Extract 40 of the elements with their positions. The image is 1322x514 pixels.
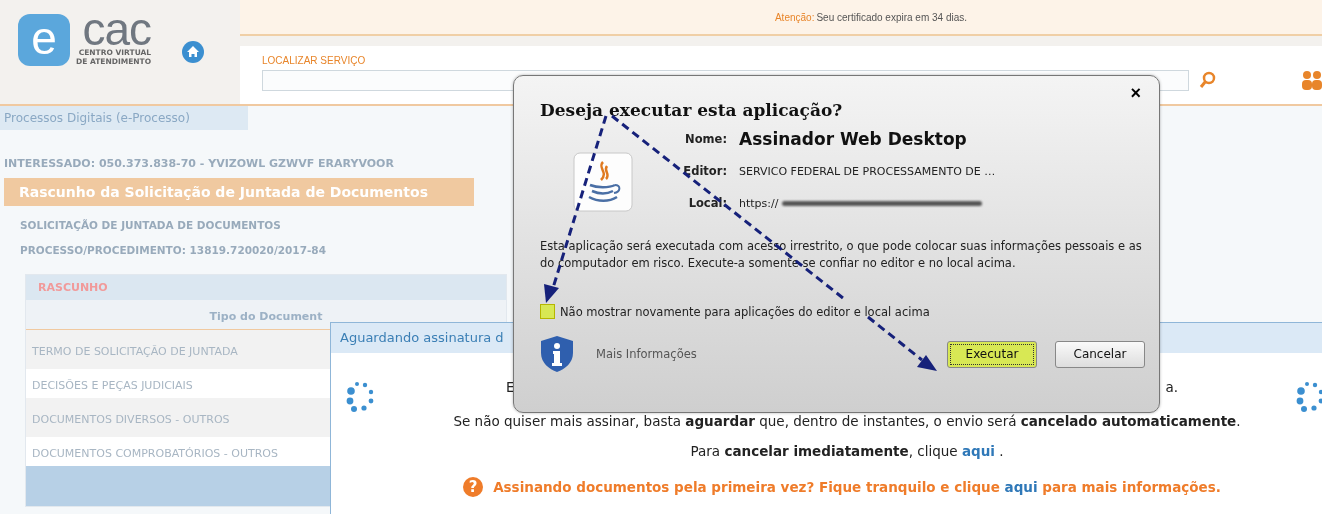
detail-text: SOLICITAÇÃO DE JUNTADA DE DOCUMENTOS — [20, 219, 281, 231]
help-icon: ? — [463, 477, 484, 497]
info-shield-icon — [540, 335, 574, 373]
table-caption: RASCUNHO — [26, 275, 506, 300]
logo-mark: e — [18, 14, 70, 66]
search-icon[interactable] — [1199, 71, 1217, 89]
table-cell: TERMO DE SOLICITAÇÃO DE JUNTADA — [32, 345, 238, 358]
cancel-button[interactable]: Cancelar — [1055, 340, 1145, 368]
checkbox[interactable] — [540, 304, 555, 319]
cancel-notice: Se não quiser mais assinar, basta aguardar que, dentro de instantes, o envio será cancelado automaticamente. — [452, 413, 1242, 429]
column-header: Tipo do Document — [209, 310, 323, 323]
field-value: SERVICO FEDERAL DE PROCESSAMENTO DE … — [739, 164, 996, 178]
detail-text: PROCESSO/PROCEDIMENTO: 13819.720020/2017-84 — [20, 244, 326, 256]
field-value: https:// — [739, 196, 779, 210]
field-label: Editor: — [682, 164, 727, 178]
interested-party: INTERESSADO: 050.373.838-70 - YVIZOWL GZWVF ERARYVOOR — [4, 157, 394, 170]
status-text: a. — [1165, 379, 1178, 396]
spinner-icon — [1295, 379, 1322, 415]
section-title: Rascunho da Solicitação de Juntada de Documentos — [4, 178, 474, 206]
table-cell: DECISÕES E PEÇAS JUDICIAIS — [32, 379, 193, 392]
field-label: Local: — [687, 196, 727, 210]
notice-label: Atenção: — [774, 11, 815, 23]
checkbox-label: Não mostrar novamente para aplicações do editor e local acima — [560, 304, 930, 319]
field-label: Nome: — [684, 132, 727, 146]
home-icon[interactable] — [181, 40, 206, 64]
notice-message: Seu certificado expira em 34 dias. — [816, 11, 968, 23]
here-link[interactable]: aqui — [961, 443, 995, 459]
search-label: LOCALIZAR SERVIÇO — [262, 55, 367, 66]
table-cell: DOCUMENTOS COMPROBATÓRIOS - OUTROS — [32, 447, 278, 460]
table-cell: DOCUMENTOS DIVERSOS - OUTROS — [32, 413, 230, 426]
close-button[interactable]: × — [1126, 84, 1145, 102]
people-icon[interactable] — [1300, 69, 1322, 91]
application-name: Assinador Web Desktop — [739, 129, 967, 149]
dialog-title: Deseja executar esta aplicação? — [540, 100, 843, 120]
help-message: Assinando documentos pela primeira vez? Fique tranquilo e clique aqui para mais informações. — [493, 479, 1221, 495]
cancel-instruction: Para cancelar imediatamente, clique aqui . — [689, 443, 1005, 459]
run-button[interactable]: Executar — [947, 340, 1037, 368]
logo-wordmark: cac — [82, 10, 152, 48]
coffee-cup-icon — [573, 152, 633, 212]
here-link[interactable]: aqui — [1004, 479, 1038, 495]
